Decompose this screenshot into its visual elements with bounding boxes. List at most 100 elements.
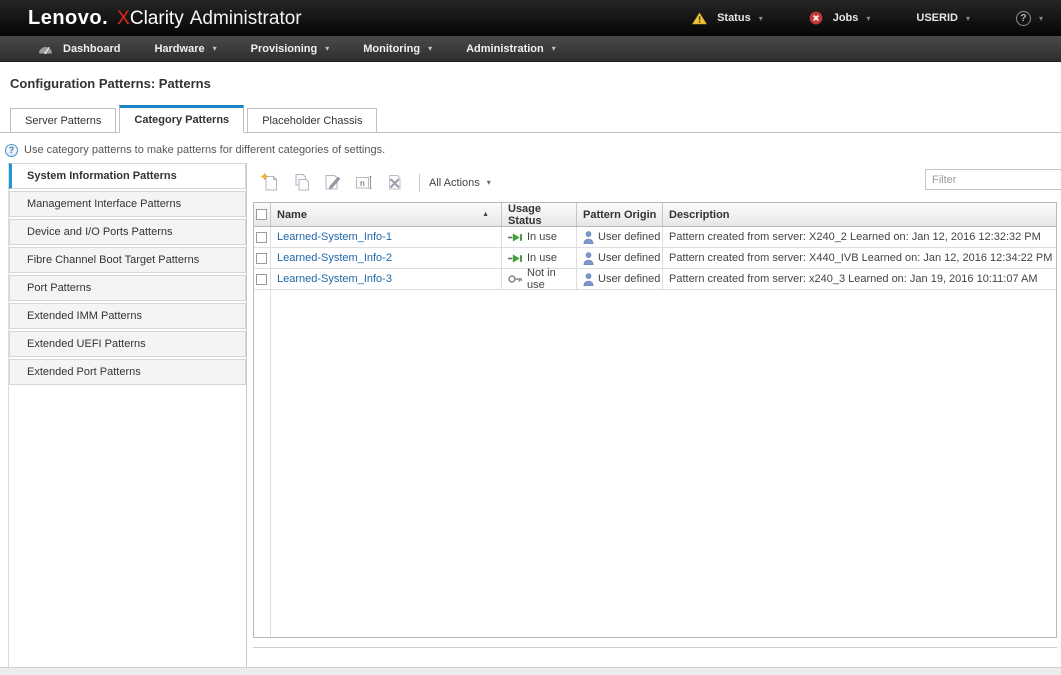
sidebar-item-device-and-i-o-ports-patterns[interactable]: Device and I/O Ports Patterns <box>9 219 246 245</box>
logo-x-text: X <box>117 8 130 30</box>
patterns-table: Name ▲ Usage Status Pattern Origin Descr… <box>253 202 1057 638</box>
not-in-use-icon <box>508 274 523 284</box>
logo-clarity-text: Clarity <box>130 8 184 30</box>
svg-text:n: n <box>360 178 365 188</box>
edit-pattern-button[interactable] <box>322 171 346 195</box>
pattern-name-cell: Learned-System_Info-1 <box>271 227 502 247</box>
filter-input[interactable] <box>925 169 1061 190</box>
column-header-name[interactable]: Name ▲ <box>271 203 502 226</box>
chevron-down-icon: ▾ <box>866 14 870 23</box>
usage-status-label: In use <box>527 231 557 243</box>
new-pattern-icon <box>260 172 281 193</box>
page-title: Configuration Patterns: Patterns <box>10 76 1061 91</box>
select-all-cell <box>254 203 271 226</box>
patterns-panel: n All Actions ▾ Name ▲ Usage Status <box>247 163 1061 670</box>
category-sidebar: System Information PatternsManagement In… <box>9 163 247 670</box>
nav-item-monitoring[interactable]: Monitoring▾ <box>363 43 432 55</box>
help-menu[interactable]: ? ▾ <box>1016 11 1043 26</box>
row-checkbox[interactable] <box>256 274 267 285</box>
delete-pattern-icon <box>384 172 405 193</box>
table-row[interactable]: Learned-System_Info-1 In use User definedP… <box>254 227 1056 248</box>
nav-bar: DashboardHardware▾Provisioning▾Monitorin… <box>0 36 1061 62</box>
all-actions-dropdown[interactable]: All Actions ▾ <box>429 177 491 189</box>
nav-item-provisioning[interactable]: Provisioning▾ <box>251 43 330 55</box>
info-row: ? Use category patterns to make patterns… <box>5 143 1061 157</box>
logo-lenovo-text: Lenovo. <box>28 7 108 30</box>
checkbox-column-rule <box>270 290 271 637</box>
chevron-down-icon: ▾ <box>759 14 763 23</box>
row-checkbox-cell <box>254 248 271 268</box>
status-menu[interactable]: Status ▾ <box>692 12 763 25</box>
pattern-name-link[interactable]: Learned-System_Info-1 <box>277 231 392 243</box>
pattern-origin-label: User defined <box>598 252 660 264</box>
description-cell: Pattern created from server: x240_3 Lear… <box>663 269 1056 289</box>
description-cell: Pattern created from server: X440_IVB Le… <box>663 248 1056 268</box>
pattern-name-cell: Learned-System_Info-3 <box>271 269 502 289</box>
description-cell: Pattern created from server: X240_2 Lear… <box>663 227 1056 247</box>
tab-server-patterns[interactable]: Server Patterns <box>10 108 116 133</box>
nav-item-hardware[interactable]: Hardware▾ <box>154 43 216 55</box>
pattern-origin-cell: User defined <box>577 227 663 247</box>
table-row[interactable]: Learned-System_Info-3 Not in useUser defi… <box>254 269 1056 290</box>
nav-item-dashboard[interactable]: Dashboard <box>38 43 120 55</box>
sidebar-item-fibre-channel-boot-target-patterns[interactable]: Fibre Channel Boot Target Patterns <box>9 247 246 273</box>
row-checkbox-cell <box>254 269 271 289</box>
pattern-name-cell: Learned-System_Info-2 <box>271 248 502 268</box>
nav-item-label: Provisioning <box>251 43 318 55</box>
all-actions-label: All Actions <box>429 177 480 189</box>
app-header: Lenovo. X Clarity Administrator Status ▾… <box>0 0 1061 36</box>
column-header-pattern-origin[interactable]: Pattern Origin <box>577 203 663 226</box>
sidebar-item-port-patterns[interactable]: Port Patterns <box>9 275 246 301</box>
column-header-description[interactable]: Description <box>663 203 1056 226</box>
column-header-usage-status[interactable]: Usage Status <box>502 203 577 226</box>
copy-pattern-button[interactable] <box>291 171 315 195</box>
row-checkbox[interactable] <box>256 253 267 264</box>
nav-item-administration[interactable]: Administration ▾ <box>466 43 556 55</box>
column-label-name: Name <box>277 209 307 221</box>
sidebar-item-system-information-patterns[interactable]: System Information Patterns <box>9 163 246 189</box>
description-text: Pattern created from server: x240_3 Lear… <box>669 273 1038 285</box>
delete-pattern-button[interactable] <box>384 171 408 195</box>
sidebar-item-extended-port-patterns[interactable]: Extended Port Patterns <box>9 359 246 385</box>
nav-item-label: Hardware <box>154 43 204 55</box>
sidebar-item-extended-uefi-patterns[interactable]: Extended UEFI Patterns <box>9 331 246 357</box>
row-checkbox[interactable] <box>256 232 267 243</box>
header-menus: Status ▾ Jobs ▾ USERID ▾ ? ▾ <box>692 11 1061 26</box>
usage-status-label: Not in use <box>527 267 576 291</box>
usage-status-cell: In use <box>502 227 577 247</box>
new-pattern-button[interactable] <box>260 171 284 195</box>
edit-pattern-icon <box>322 172 343 193</box>
sidebar-item-extended-imm-patterns[interactable]: Extended IMM Patterns <box>9 303 246 329</box>
select-all-checkbox[interactable] <box>256 209 267 220</box>
user-icon <box>583 252 594 265</box>
user-menu[interactable]: USERID ▾ <box>916 12 970 24</box>
column-label-description: Description <box>669 209 730 221</box>
pattern-name-link[interactable]: Learned-System_Info-2 <box>277 252 392 264</box>
chevron-down-icon: ▾ <box>487 178 491 187</box>
pattern-origin-cell: User defined <box>577 269 663 289</box>
pattern-origin-label: User defined <box>598 231 660 243</box>
table-body: Learned-System_Info-1In useUser definedP… <box>254 227 1056 290</box>
warning-icon <box>692 12 707 25</box>
toolbar-separator <box>419 174 420 192</box>
table-row[interactable]: Learned-System_Info-2 In use User definedP… <box>254 248 1056 269</box>
logo-product-text: Administrator <box>190 8 302 30</box>
tab-placeholder-chassis[interactable]: Placeholder Chassis <box>247 108 377 133</box>
usage-status-label: In use <box>527 252 557 264</box>
usage-status-cell: In use <box>502 248 577 268</box>
pattern-name-link[interactable]: Learned-System_Info-3 <box>277 273 392 285</box>
rename-pattern-button[interactable]: n <box>353 171 377 195</box>
tab-category-patterns[interactable]: Category Patterns <box>119 105 244 133</box>
pattern-origin-cell: User defined <box>577 248 663 268</box>
sidebar-item-management-interface-patterns[interactable]: Management Interface Patterns <box>9 191 246 217</box>
status-label: Status <box>717 12 751 24</box>
content-area: System Information PatternsManagement In… <box>8 163 1061 671</box>
error-icon <box>809 11 823 25</box>
jobs-menu[interactable]: Jobs ▾ <box>809 11 871 25</box>
jobs-label: Jobs <box>833 12 859 24</box>
user-label: USERID <box>916 12 958 24</box>
chevron-down-icon: ▾ <box>428 44 432 53</box>
tabs-row: Server PatternsCategory PatternsPlacehol… <box>0 104 1061 133</box>
nav-item-label: Administration <box>466 43 544 55</box>
chevron-down-icon: ▾ <box>552 44 556 53</box>
